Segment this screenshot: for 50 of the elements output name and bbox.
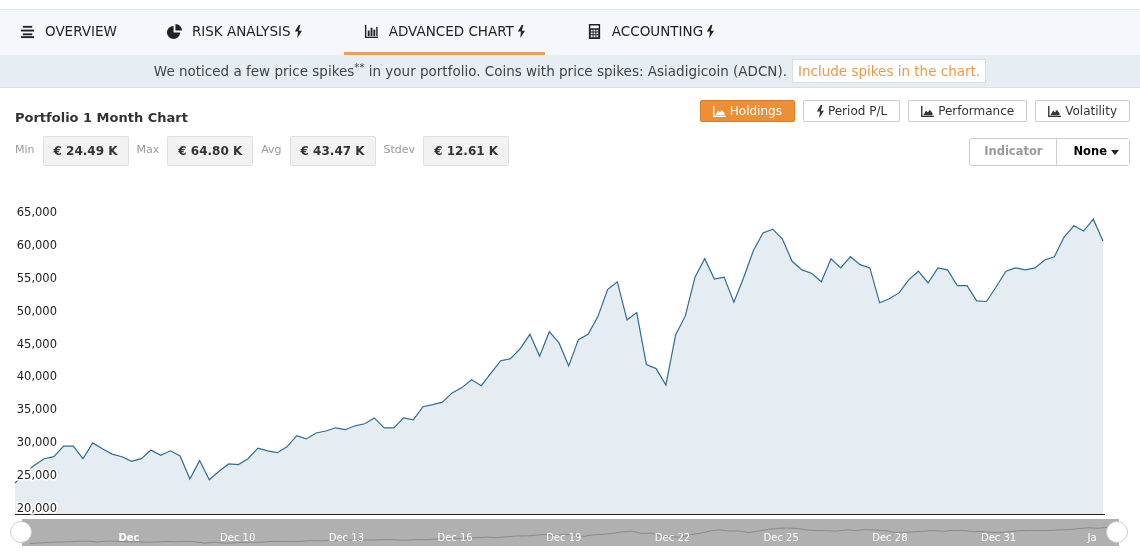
x-axis-label: Dec 10 — [220, 532, 256, 544]
x-axis-label: Dec 13 — [328, 532, 364, 544]
y-axis-label: 35,000 — [16, 402, 57, 417]
stat-value: € 43.47 K — [289, 135, 376, 166]
tab[interactable]: OVERVIEW — [12, 10, 125, 55]
y-axis-label: 40,000 — [16, 369, 57, 384]
caret-icon — [1111, 149, 1119, 155]
calculator-icon — [586, 23, 602, 39]
stat-label: Avg — [261, 142, 282, 159]
stat-value: € 12.61 K — [423, 135, 510, 166]
stat-label: Max — [136, 142, 160, 159]
x-axis-label: Ja — [1087, 532, 1097, 544]
range-handle[interactable] — [10, 521, 32, 543]
y-axis-label: 65,000 — [16, 205, 57, 219]
indicator-dropdown[interactable]: Indicator None — [969, 138, 1130, 166]
range-handle[interactable] — [1106, 521, 1128, 543]
x-axis-label: Dec 28 — [872, 532, 908, 544]
y-axis-label: 55,000 — [16, 270, 57, 285]
tab[interactable]: ACCOUNTING — [578, 10, 723, 55]
stat-label: Min — [15, 142, 35, 159]
bolt-icon — [516, 24, 525, 38]
y-axis-label: 20,000 — [16, 501, 57, 515]
area-chart-icon — [921, 105, 935, 117]
chart-mode-button[interactable]: Volatility — [1035, 100, 1130, 122]
chart-title: Portfolio 1 Month Chart — [15, 109, 189, 127]
area-chart-icon — [1048, 105, 1062, 117]
bolt-icon — [706, 24, 715, 38]
notice-text: We noticed a few price spikes$^{**}$ in your portfolio. Coins with price spikes: Asiadigicoin (ADCN). — [153, 60, 787, 81]
y-axis-label: 60,000 — [16, 237, 57, 252]
pie-chart-icon — [166, 23, 182, 39]
stat-label: Stdev — [383, 142, 416, 159]
stat-value: € 24.49 K — [42, 135, 129, 166]
y-axis-label: 30,000 — [16, 435, 57, 450]
x-axis-label: Dec 25 — [763, 532, 799, 544]
area-chart-icon — [712, 105, 726, 117]
bolt-icon — [293, 24, 302, 38]
chart-mode-button[interactable]: Performance — [908, 100, 1028, 122]
chart-mode-button[interactable]: Period P/L — [802, 100, 901, 122]
y-axis-label: 50,000 — [16, 303, 57, 318]
bar-chart-icon — [363, 23, 379, 39]
x-axis-label: Dec — [118, 532, 140, 544]
x-axis-label: Dec 22 — [654, 532, 691, 544]
bolt-icon — [815, 104, 824, 118]
stat-value: € 64.80 K — [167, 135, 254, 166]
x-axis-label: Dec 16 — [437, 532, 473, 544]
tab[interactable]: RISK ANALYSIS — [158, 10, 310, 55]
y-axis-label: 45,000 — [16, 336, 57, 351]
x-axis-label: Dec 19 — [546, 532, 582, 544]
x-axis-label: Dec 31 — [980, 532, 1017, 544]
lines-icon — [20, 23, 35, 39]
